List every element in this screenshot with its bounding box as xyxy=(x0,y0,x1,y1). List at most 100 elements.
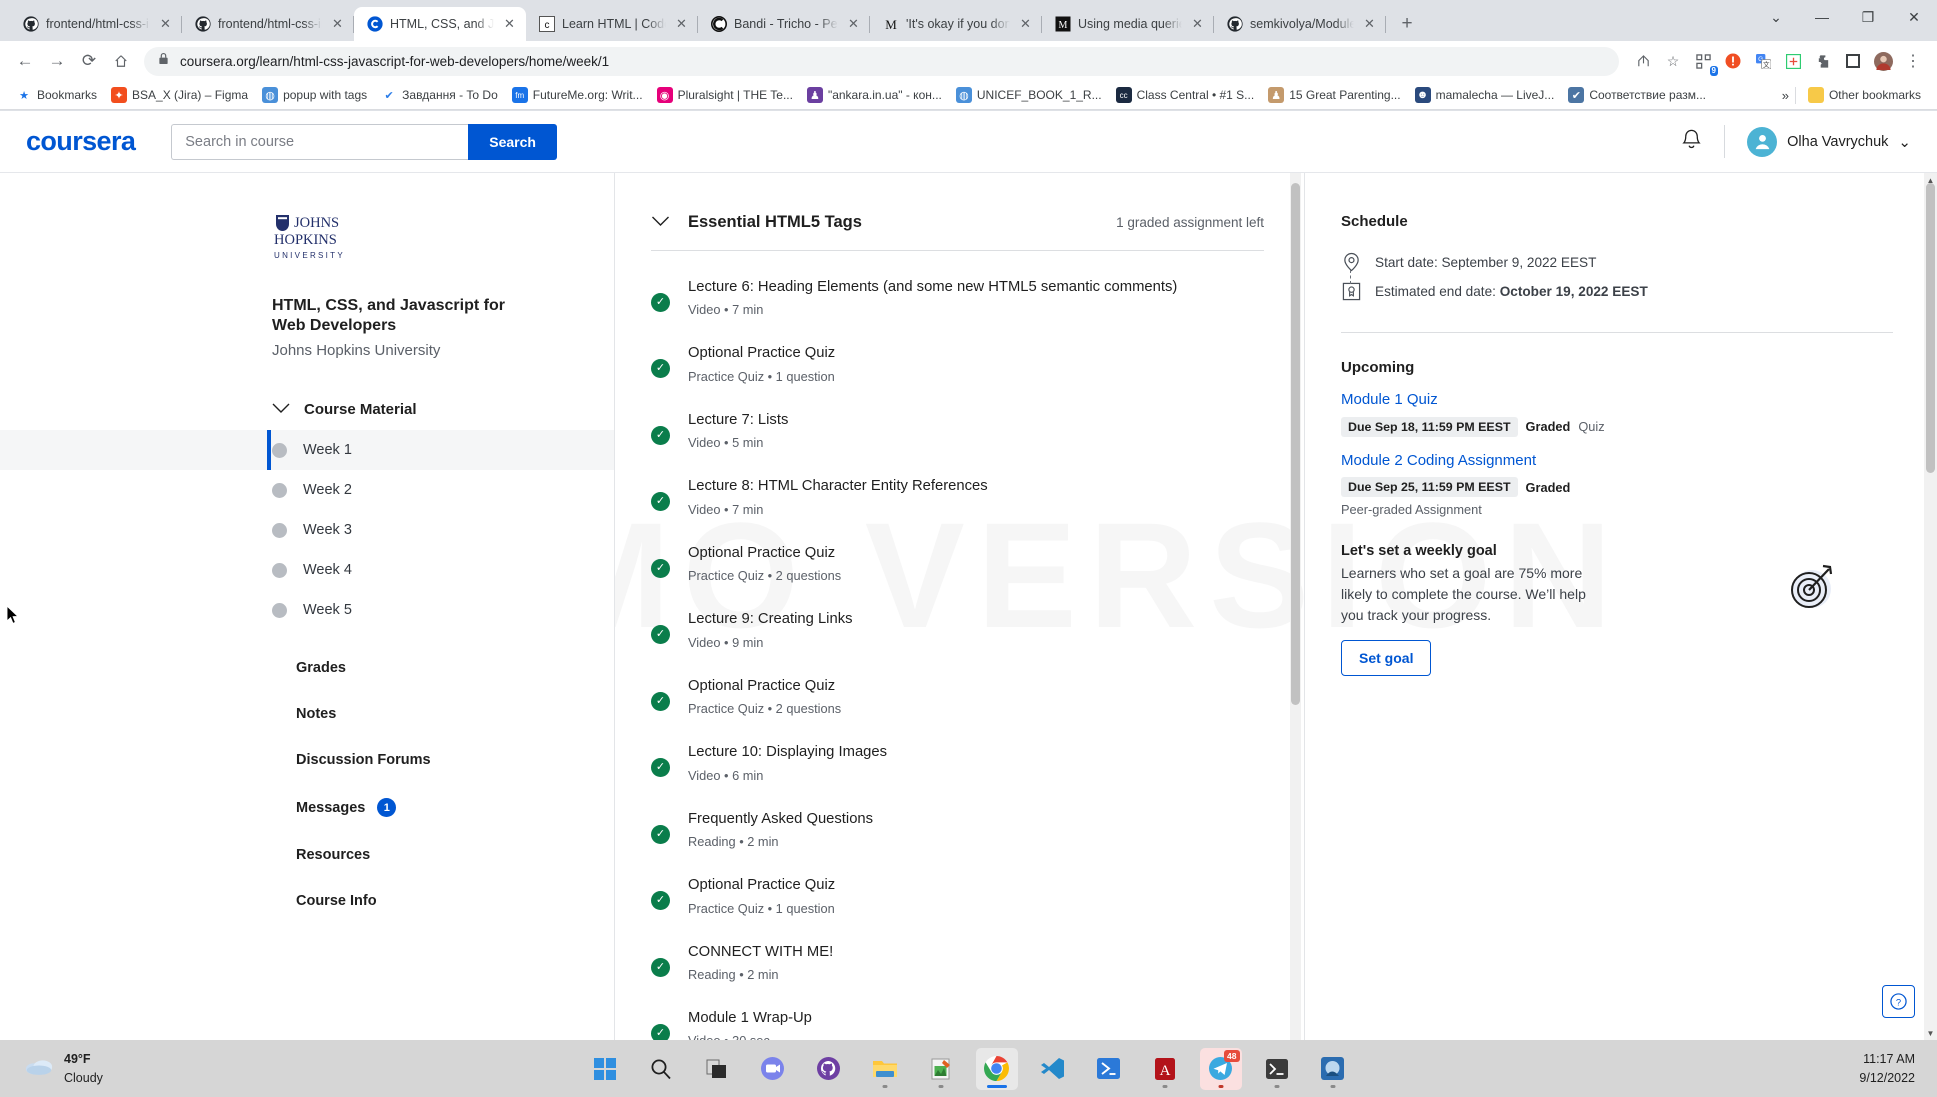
lesson-title[interactable]: Module 1 Wrap-Up xyxy=(688,1008,1264,1029)
sidebar-item-week-3[interactable]: Week 3 xyxy=(0,510,614,550)
close-tab-icon[interactable]: ✕ xyxy=(1017,16,1034,33)
minimize-button[interactable]: — xyxy=(1799,0,1845,34)
sidebar-item-notes[interactable]: Notes xyxy=(296,706,614,722)
lesson-title[interactable]: Optional Practice Quiz xyxy=(688,343,1264,364)
bookmark-item[interactable]: ★ Bookmarks xyxy=(10,84,103,106)
reload-button[interactable]: ⟳ xyxy=(74,46,104,76)
scroll-up-arrow[interactable]: ▲ xyxy=(1924,173,1937,187)
lesson-item[interactable]: ✓ Lecture 10: Displaying Images Video • 6 … xyxy=(651,742,1264,783)
bookmark-item[interactable]: cc Class Central • #1 S... xyxy=(1110,84,1261,106)
qr-extension-icon[interactable]: 9 xyxy=(1689,47,1718,76)
close-tab-icon[interactable]: ✕ xyxy=(1361,16,1378,33)
search-input[interactable]: Search in course xyxy=(171,123,469,160)
course-material-toggle[interactable]: Course Material xyxy=(272,401,614,418)
sidebar-item-discussion-forums[interactable]: Discussion Forums xyxy=(296,752,614,768)
powershell-icon[interactable] xyxy=(1088,1048,1130,1090)
tab-search-icon[interactable]: ⌄ xyxy=(1753,0,1799,34)
new-tab-button[interactable]: + xyxy=(1392,9,1422,39)
lesson-item[interactable]: ✓ CONNECT WITH ME! Reading • 2 min xyxy=(651,942,1264,982)
browser-tab[interactable]: semkivolya/Module2Codin ✕ xyxy=(1214,7,1386,41)
address-bar[interactable]: coursera.org/learn/html-css-javascript-f… xyxy=(144,46,1619,76)
forward-button[interactable]: → xyxy=(42,46,72,76)
sidebar-item-week-1[interactable]: Week 1 xyxy=(0,430,614,470)
google-chrome-icon[interactable] xyxy=(975,1047,1018,1090)
bookmark-item[interactable]: ♟ 15 Great Parenting... xyxy=(1262,84,1406,106)
vs-code-icon[interactable] xyxy=(1032,1048,1074,1090)
photo-app-icon[interactable] xyxy=(1312,1048,1354,1090)
lesson-item[interactable]: ✓ Optional Practice Quiz Practice Quiz • 1… xyxy=(651,343,1264,384)
sidebar-item-week-4[interactable]: Week 4 xyxy=(0,550,614,590)
share-icon[interactable] xyxy=(1629,47,1657,75)
browser-tab[interactable]: M 'It's okay if you don't breas ✕ xyxy=(870,7,1042,41)
browser-tab[interactable]: Bandi - Tricho - Peeling oc ✕ xyxy=(698,7,870,41)
search-button[interactable]: Search xyxy=(468,123,557,160)
telegram-icon[interactable]: 48 xyxy=(1199,1047,1242,1090)
lesson-title[interactable]: Lecture 8: HTML Character Entity Referen… xyxy=(688,476,1264,497)
bookmark-item[interactable]: ☻ mamalecha — LiveJ... xyxy=(1409,84,1561,106)
coursera-logo[interactable]: coursera xyxy=(26,126,136,157)
set-goal-button[interactable]: Set goal xyxy=(1341,640,1432,676)
search-icon[interactable] xyxy=(640,1048,682,1090)
close-tab-icon[interactable]: ✕ xyxy=(329,16,346,33)
chrome-menu-icon[interactable]: ⋮ xyxy=(1899,47,1927,75)
browser-tab[interactable]: M Using media queries - CSS ✕ xyxy=(1042,7,1214,41)
section-collapse-icon[interactable] xyxy=(651,214,670,232)
browser-tab[interactable]: frontend/html-css-intro.m ✕ xyxy=(182,7,354,41)
taskbar-clock[interactable]: 11:17 AM 9/12/2022 xyxy=(1859,1050,1915,1086)
lesson-title[interactable]: Optional Practice Quiz xyxy=(688,543,1264,564)
close-tab-icon[interactable]: ✕ xyxy=(1189,16,1206,33)
color-picker-icon[interactable] xyxy=(1779,47,1807,75)
close-window-button[interactable]: ✕ xyxy=(1891,0,1937,34)
lesson-item[interactable]: ✓ Lecture 8: HTML Character Entity Refere… xyxy=(651,476,1264,517)
bookmarks-overflow-chevron[interactable]: » xyxy=(1782,88,1789,103)
sidebar-item-resources[interactable]: Resources xyxy=(296,847,614,863)
square-extension-icon[interactable] xyxy=(1839,47,1867,75)
lesson-item[interactable]: ✓ Optional Practice Quiz Practice Quiz • 2… xyxy=(651,543,1264,583)
alert-extension-icon[interactable] xyxy=(1719,47,1747,75)
bookmark-item[interactable]: ✔ Завдання - To Do xyxy=(375,84,504,106)
bookmark-item[interactable]: ◍ popup with tags xyxy=(256,84,373,106)
bookmark-item[interactable]: ◉ Pluralsight | THE Te... xyxy=(651,84,799,106)
lesson-title[interactable]: CONNECT WITH ME! xyxy=(688,942,1264,963)
lesson-item[interactable]: ✓ Lecture 6: Heading Elements (and some n… xyxy=(651,277,1264,317)
adobe-acrobat-icon[interactable]: A xyxy=(1144,1048,1186,1090)
bookmark-item[interactable]: ✔ Соответствие разм... xyxy=(1562,84,1712,106)
sidebar-item-week-2[interactable]: Week 2 xyxy=(0,470,614,510)
home-button[interactable] xyxy=(106,46,136,76)
lesson-title[interactable]: Lecture 6: Heading Elements (and some ne… xyxy=(688,277,1264,298)
lesson-title[interactable]: Lecture 10: Displaying Images xyxy=(688,742,1264,763)
lesson-title[interactable]: Lecture 9: Creating Links xyxy=(688,609,1264,630)
scroll-down-arrow[interactable]: ▼ xyxy=(1924,1026,1937,1040)
back-button[interactable]: ← xyxy=(10,46,40,76)
bookmark-item[interactable]: ✦ BSA_X (Jira) – Figma xyxy=(105,84,254,106)
bookmark-item[interactable]: fm FutureMe.org: Writ... xyxy=(506,84,649,106)
user-menu[interactable]: Olha Vavrychuk ⌄ xyxy=(1725,126,1911,157)
close-tab-icon[interactable]: ✕ xyxy=(845,16,862,33)
lesson-item[interactable]: ✓ Lecture 9: Creating Links Video • 9 min xyxy=(651,609,1264,650)
google-translate-icon[interactable]: G文 xyxy=(1749,47,1777,75)
teams-chat-icon[interactable] xyxy=(752,1048,794,1090)
close-tab-icon[interactable]: ✕ xyxy=(157,16,174,33)
bookmark-star-icon[interactable]: ☆ xyxy=(1659,47,1687,75)
browser-tab[interactable]: frontend/html-css-intro.m ✕ xyxy=(10,7,182,41)
lesson-title[interactable]: Optional Practice Quiz xyxy=(688,875,1264,896)
sidebar-item-course-info[interactable]: Course Info xyxy=(296,893,614,909)
lesson-item[interactable]: ✓ Module 1 Wrap-Up Video • 30 sec xyxy=(651,1008,1264,1040)
windows-terminal-icon[interactable] xyxy=(1256,1048,1298,1090)
other-bookmarks-folder[interactable]: Other bookmarks xyxy=(1802,84,1927,106)
browser-tab[interactable]: c Learn HTML | Codecademy ✕ xyxy=(526,7,698,41)
sidebar-item-messages[interactable]: Messages 1 xyxy=(296,798,614,817)
page-scrollbar-thumb[interactable] xyxy=(1926,183,1935,473)
browser-tab[interactable]: HTML, CSS, and Javascript ✕ xyxy=(354,7,526,41)
upcoming-link[interactable]: Module 2 Coding Assignment xyxy=(1341,451,1893,471)
lesson-item[interactable]: ✓ Frequently Asked Questions Reading • 2 m… xyxy=(651,809,1264,849)
lesson-title[interactable]: Lecture 7: Lists xyxy=(688,410,1264,431)
maximize-button[interactable]: ❐ xyxy=(1845,0,1891,34)
lesson-item[interactable]: ✓ Optional Practice Quiz Practice Quiz • 2… xyxy=(651,676,1264,716)
lesson-item[interactable]: ✓ Optional Practice Quiz Practice Quiz • 1… xyxy=(651,875,1264,916)
lesson-title[interactable]: Frequently Asked Questions xyxy=(688,809,1264,830)
close-tab-icon[interactable]: ✕ xyxy=(673,16,690,33)
upcoming-link[interactable]: Module 1 Quiz xyxy=(1341,390,1893,410)
lesson-scrollbar-thumb[interactable] xyxy=(1291,183,1300,705)
lesson-item[interactable]: ✓ Lecture 7: Lists Video • 5 min xyxy=(651,410,1264,450)
